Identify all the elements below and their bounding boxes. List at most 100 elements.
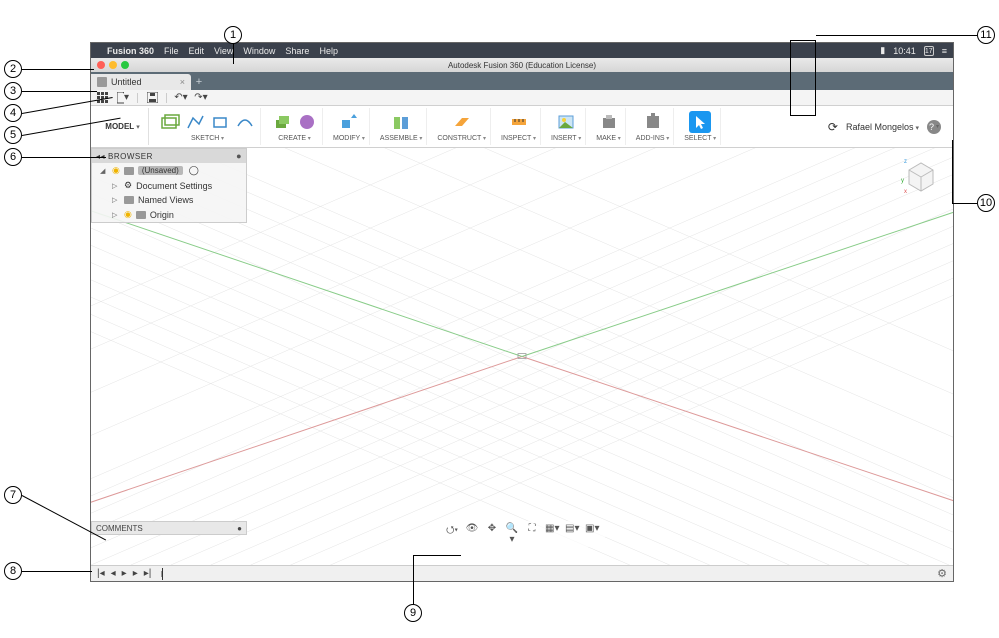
comments-options-icon[interactable]: ● <box>237 524 242 533</box>
help-button[interactable]: ? <box>927 120 941 134</box>
menu-view[interactable]: View <box>214 46 233 56</box>
menu-file[interactable]: File <box>164 46 179 56</box>
redo-icon[interactable]: ↷▾ <box>195 92 207 104</box>
axis-x-label: x <box>904 189 907 194</box>
ribbon-group-sketch: SKETCH <box>155 108 261 145</box>
look-icon[interactable]: 👁 <box>465 523 479 545</box>
browser-header[interactable]: ◂◂ BROWSER ● <box>92 149 246 163</box>
viewcube[interactable]: z y x <box>901 154 941 194</box>
mac-menu-bar: Fusion 360 File Edit View Window Share H… <box>91 43 953 58</box>
status-battery-icon: ▮ <box>880 45 885 56</box>
comments-panel[interactable]: COMMENTS ● <box>91 521 247 535</box>
callout-9: 9 <box>404 604 422 622</box>
status-notifications-icon[interactable]: ≡ <box>942 46 947 56</box>
callout-1: 1 <box>224 26 242 44</box>
minimize-window-icon[interactable] <box>109 61 117 69</box>
timeline-track[interactable] <box>161 571 221 577</box>
construct-plane-icon[interactable] <box>451 111 473 133</box>
joint-icon[interactable] <box>390 111 412 133</box>
extrude-icon[interactable] <box>271 111 293 133</box>
ribbon-group-label[interactable]: ADD-INS <box>636 135 669 142</box>
timeline-settings-icon[interactable]: ⚙ <box>937 567 947 580</box>
activate-radio-icon[interactable]: ◯ <box>189 165 199 176</box>
spline-tool-icon[interactable] <box>234 111 256 133</box>
fullscreen-window-icon[interactable] <box>121 61 129 69</box>
close-tab-icon[interactable]: × <box>180 77 185 87</box>
window-titlebar: Autodesk Fusion 360 (Education License) <box>91 58 953 72</box>
sketch-create-icon[interactable] <box>159 111 181 133</box>
new-tab-button[interactable]: + <box>191 74 207 90</box>
callout-5: 5 <box>4 126 22 144</box>
timeline-next-icon[interactable]: ▸ <box>133 568 138 579</box>
axis-z-label: z <box>904 159 907 165</box>
grid-settings-icon[interactable]: ▤▾ <box>565 523 579 545</box>
callout-2: 2 <box>4 60 22 78</box>
addins-icon[interactable] <box>642 111 664 133</box>
ribbon-group-label[interactable]: SKETCH <box>191 135 224 142</box>
comments-label: COMMENTS <box>96 524 143 533</box>
lightbulb-icon[interactable]: ◉ <box>124 209 132 220</box>
line-tool-icon[interactable] <box>184 111 206 133</box>
ribbon-group-label[interactable]: MAKE <box>596 135 621 142</box>
browser-item-named-views[interactable]: ▷ Named Views <box>92 193 246 207</box>
callout-10-leader-v <box>952 140 953 203</box>
traffic-lights[interactable] <box>91 61 129 69</box>
ribbon-group-label[interactable]: SELECT <box>684 135 716 142</box>
menu-window[interactable]: Window <box>243 46 275 56</box>
ribbon-group-label[interactable]: MODIFY <box>333 135 365 142</box>
close-window-icon[interactable] <box>97 61 105 69</box>
viewport-layouts-icon[interactable]: ▣▾ <box>585 523 599 545</box>
timeline-bar: |◂ ◂ ▸ ▸ ▸| ⚙ <box>91 565 953 581</box>
measure-icon[interactable] <box>508 111 530 133</box>
ribbon-group-label[interactable]: ASSEMBLE <box>380 135 422 142</box>
callout-2-leader <box>22 69 94 70</box>
axis-y-label: y <box>901 178 904 184</box>
workspace-switcher[interactable]: MODEL <box>97 108 149 145</box>
menu-share[interactable]: Share <box>285 46 309 56</box>
browser-item-origin[interactable]: ▷ ◉ Origin <box>92 207 246 222</box>
menu-help[interactable]: Help <box>319 46 338 56</box>
ribbon-group-modify: MODIFY <box>329 108 370 145</box>
undo-icon[interactable]: ↶▾ <box>175 92 187 104</box>
ribbon-group-label[interactable]: CONSTRUCT <box>437 135 486 142</box>
user-account-menu[interactable]: Rafael Mongelos <box>846 122 919 132</box>
callout-8: 8 <box>4 562 22 580</box>
presspull-icon[interactable] <box>338 111 360 133</box>
display-settings-icon[interactable]: ▦▾ <box>545 523 559 545</box>
primitive-icon[interactable] <box>296 111 318 133</box>
fit-icon[interactable]: ⛶ <box>525 523 539 545</box>
insert-image-icon[interactable] <box>555 111 577 133</box>
save-icon[interactable] <box>146 92 158 104</box>
pan-icon[interactable]: ✥ <box>485 523 499 545</box>
callout-10-leader-h <box>952 203 977 204</box>
job-status-icon[interactable]: ⟳ <box>828 120 838 134</box>
browser-options-icon[interactable]: ● <box>236 151 242 161</box>
timeline-play-icon[interactable]: ▸ <box>122 568 127 579</box>
callout-1-leader <box>233 44 234 64</box>
timeline-last-icon[interactable]: ▸| <box>144 568 152 579</box>
browser-root-row[interactable]: ◢ ◉ (Unsaved) ◯ <box>92 163 246 178</box>
ribbon-group-inspect: INSPECT <box>497 108 541 145</box>
ribbon-group-create: CREATE <box>267 108 323 145</box>
file-menu-icon[interactable]: ▾ <box>117 92 129 104</box>
menu-edit[interactable]: Edit <box>189 46 205 56</box>
lightbulb-icon[interactable]: ◉ <box>112 165 120 176</box>
quick-access-toolbar: ▾ ↶▾ ↷▾ <box>91 90 953 106</box>
document-icon <box>97 77 107 87</box>
print3d-icon[interactable] <box>598 111 620 133</box>
ribbon-group-label[interactable]: INSERT <box>551 135 581 142</box>
timeline-first-icon[interactable]: |◂ <box>97 568 105 579</box>
rectangle-tool-icon[interactable] <box>209 111 231 133</box>
app-window: Fusion 360 File Edit View Window Share H… <box>90 42 954 582</box>
canvas-area[interactable]: ◂◂ BROWSER ● ◢ ◉ (Unsaved) ◯ ▷ ⚙ Documen… <box>91 148 953 565</box>
select-tool-icon[interactable] <box>689 111 711 133</box>
timeline-prev-icon[interactable]: ◂ <box>111 568 116 579</box>
orbit-icon[interactable]: ⭯▾ <box>445 523 459 545</box>
document-tab[interactable]: Untitled × <box>91 74 191 90</box>
browser-item-document-settings[interactable]: ▷ ⚙ Document Settings <box>92 178 246 193</box>
component-icon <box>124 167 134 175</box>
zoom-icon[interactable]: 🔍▾ <box>505 523 519 545</box>
callout-11: 11 <box>977 26 995 44</box>
ribbon-group-label[interactable]: CREATE <box>278 135 311 142</box>
ribbon-group-label[interactable]: INSPECT <box>501 135 536 142</box>
